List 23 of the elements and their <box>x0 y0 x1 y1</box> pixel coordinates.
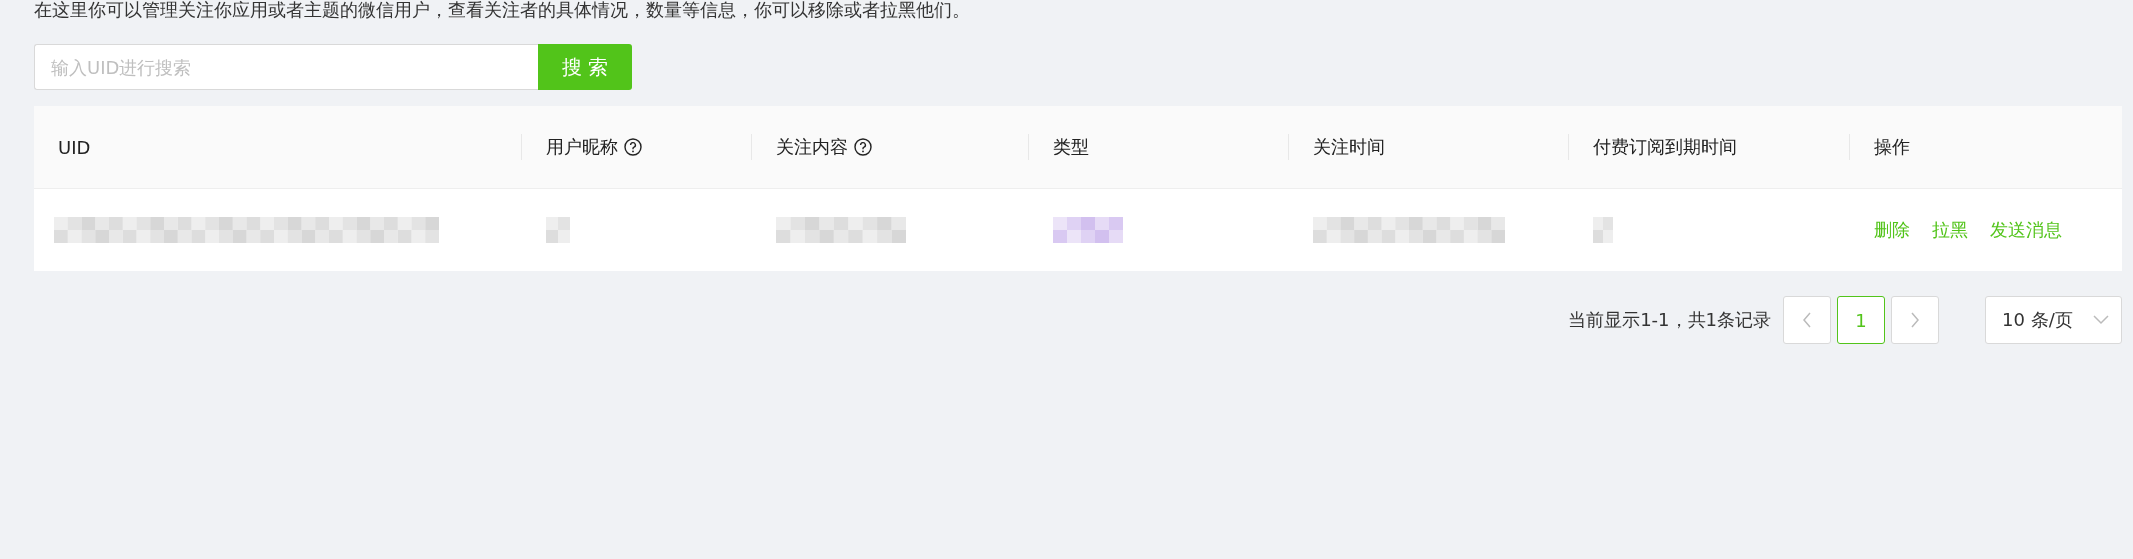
column-title: UID <box>58 136 91 158</box>
pagination-summary: 当前显示1-1，共1条记录 <box>1568 308 1771 332</box>
search-button[interactable]: 搜 索 <box>538 44 632 90</box>
column-title: 关注内容 <box>776 135 848 159</box>
column-title: 付费订阅到期时间 <box>1593 135 1737 159</box>
action-link[interactable]: 删除 <box>1874 218 1910 242</box>
column-title: 关注时间 <box>1313 135 1385 159</box>
redacted-mosaic <box>546 217 570 243</box>
page-size-select[interactable]: 10 条/页 <box>1985 296 2122 344</box>
column-title: 类型 <box>1053 135 1089 159</box>
chevron-right-icon <box>1910 312 1920 328</box>
description-text: 在这里你可以管理关注你应用或者主题的微信用户，查看关注者的具体情况，数量等信息，你可以移除或者拉黑他们。 <box>34 0 971 20</box>
page-button[interactable]: 1 <box>1837 296 1885 344</box>
column-title: 操作 <box>1874 135 1910 159</box>
action-link[interactable]: 拉黑 <box>1932 218 1968 242</box>
action-link[interactable]: 发送消息 <box>1990 218 2062 242</box>
search-field[interactable]: 输入UID进行搜索 <box>34 44 538 90</box>
help-icon[interactable] <box>854 138 872 156</box>
column-title: 用户昵称 <box>546 135 618 159</box>
chevron-left-icon <box>1802 312 1812 328</box>
dropdown-icon <box>2093 315 2109 325</box>
redacted-mosaic <box>1593 217 1613 243</box>
help-icon[interactable] <box>624 138 642 156</box>
